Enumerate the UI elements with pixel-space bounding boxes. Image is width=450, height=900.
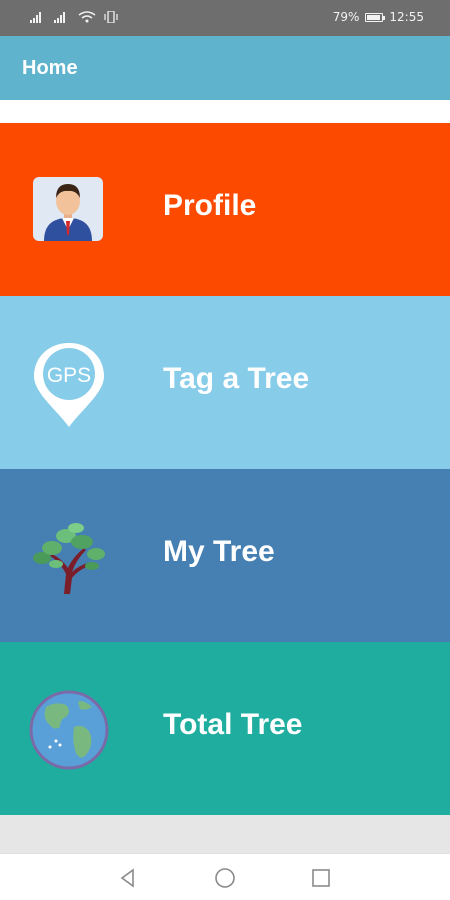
recents-icon[interactable] [309,866,333,890]
tree-icon [26,514,112,600]
status-bar: 79% 12:55 [0,0,450,36]
menu-item-my-tree[interactable]: My Tree [0,469,450,642]
clock: 12:55 [389,10,424,24]
home-icon[interactable] [213,866,237,890]
app-bar: Home [0,36,450,100]
profile-avatar-icon [26,168,112,254]
gps-pin-label: GPS [47,364,91,387]
globe-icon [26,687,112,773]
top-spacer [0,100,450,123]
menu-item-total-tree[interactable]: Total Tree [0,642,450,815]
menu-item-tag-a-tree[interactable]: GPS Tag a Tree [0,296,450,469]
status-icons-left [30,11,120,23]
status-icons-right: 79% 12:55 [333,10,424,24]
bottom-spacer [0,815,450,853]
battery-icon [365,12,386,22]
vibrate-icon [104,11,118,23]
menu-item-label: Tag a Tree [163,362,310,395]
battery-level [367,14,381,20]
menu-item-label: My Tree [163,535,275,568]
page-title: Home [22,57,78,79]
menu-item-label: Total Tree [163,708,303,741]
system-nav-bar [0,853,450,900]
back-icon[interactable] [116,866,140,890]
gps-pin-icon: GPS [26,341,112,427]
wifi-icon [78,11,96,23]
menu-item-label: Profile [163,189,257,222]
signal-1-icon [30,12,41,23]
menu-item-profile[interactable]: Profile [0,123,450,296]
signal-2-icon [54,12,65,23]
battery-percent: 79% [332,10,360,24]
